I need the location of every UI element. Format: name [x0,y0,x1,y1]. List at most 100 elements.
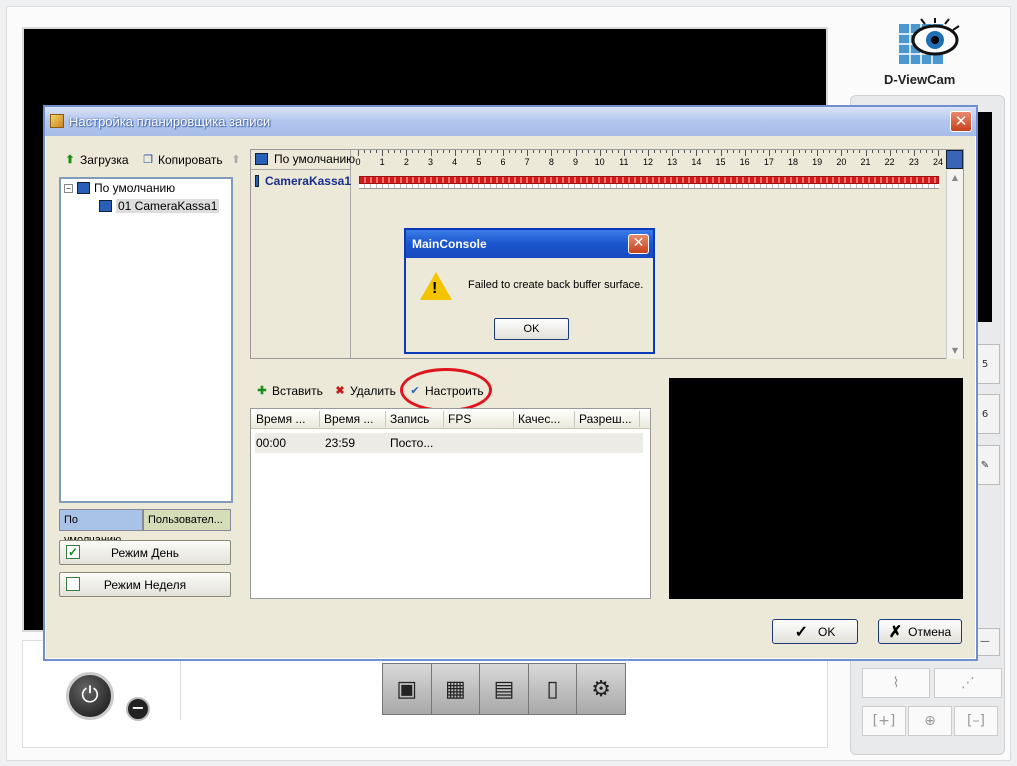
hour-tick [859,150,861,153]
paste-button[interactable]: ⬆ [229,153,243,167]
scroll-up-icon[interactable]: ▲ [947,170,963,186]
hour-ruler: 0 1 2 3 4 5 6 7 8 9 10 11 12 13 14 15 16 17 18 19 20 21 22 23 24 [352,150,947,170]
bottom-toolbar: ▣ ▦ ▤ ▯ ⚙ [382,663,626,715]
collapse-icon[interactable]: − [64,183,73,193]
cell-record-mode: Посто... [390,436,434,450]
hour-tick [569,150,571,153]
ptz-zoom-out-button[interactable]: [–] [954,706,998,736]
tree-item-label: По умолчанию [94,181,176,195]
hour-tick [496,150,498,153]
ptz-center-button[interactable]: ⊕ [908,706,952,736]
hour-tick-label: 18 [787,157,799,167]
message-ok-button[interactable]: OK [494,318,569,340]
tab-default[interactable]: По умолчанию [59,509,143,546]
hour-tick [575,150,577,156]
hour-tick [581,150,583,153]
tree-item-default[interactable]: − По умолчанию [64,181,175,195]
timeline-default-row[interactable]: По умолчанию [255,152,355,166]
mode-day-button[interactable]: ✓ Режим День [59,540,231,565]
hour-tick [509,150,511,153]
timeline-scrollbar[interactable]: ▲ ▼ [946,170,963,359]
hour-tick [708,150,710,153]
column-header[interactable]: Время ... [324,412,373,426]
hour-tick [660,150,662,153]
hour-tick [829,150,831,153]
hour-tick [841,150,843,156]
hour-tick [871,150,873,153]
hour-tick [817,150,819,156]
message-box-close-button[interactable]: ✕ [628,234,649,254]
grid-icon[interactable] [946,150,963,169]
schedule-table[interactable]: Время ... Время ... Запись FPS Качес... … [250,408,651,599]
load-label: Загрузка [80,153,129,167]
error-message-box: MainConsole ✕ ! Failed to create back bu… [404,228,655,354]
report-button[interactable]: ▯ [528,664,578,714]
hour-tick [358,150,359,156]
hour-tick [436,150,438,153]
hour-tick [557,150,559,153]
hour-tick [726,150,728,153]
logo-text: D-ViewCam [884,72,956,87]
scroll-down-icon[interactable]: ▼ [947,343,963,359]
column-header[interactable]: Качес... [518,412,560,426]
dialog-close-button[interactable]: ✕ [950,111,972,132]
insert-button[interactable]: ✚ Вставить [255,384,322,398]
tree-item-camera[interactable]: 01 CameraKassa1 [99,199,220,213]
table-row[interactable]: 00:00 23:59 Посто... [255,433,643,453]
group-icon [77,182,90,194]
hour-tick-label: 24 [932,157,944,167]
column-header[interactable]: Время ... [256,412,305,426]
cancel-button[interactable]: ✗ Отмена [878,619,962,644]
copy-icon: ❐ [143,154,153,166]
hour-tick [648,150,649,156]
column-header[interactable]: Запись [390,412,429,426]
copy-button[interactable]: ❐ Копировать [141,153,223,167]
hour-tick-label: 4 [452,157,458,167]
hour-tick-label: 13 [667,157,678,167]
hour-tick-label: 21 [860,157,871,167]
hour-tick [823,150,825,153]
mode-week-button[interactable]: Режим Неделя [59,572,231,597]
hour-tick-label: 15 [715,157,726,167]
hour-tick [895,150,897,153]
hour-tick [641,150,643,153]
column-header[interactable]: Разреш... [579,412,632,426]
power-button[interactable]: ⏻ [66,672,114,720]
message-text: Failed to create back buffer surface. [468,279,644,291]
ptz-button-1[interactable]: ⌇ [862,668,930,698]
hour-tick [714,150,716,153]
timeline-camera-label: CameraKassa1 [264,174,351,188]
playback-button[interactable]: ▣ [383,664,432,714]
hour-tick [865,150,867,156]
schedule-button[interactable]: ▤ [480,664,529,714]
column-header[interactable]: FPS [448,412,471,426]
hour-tick [877,150,879,153]
hour-tick [563,150,565,153]
dialog-titlebar[interactable]: Настройка планировщика записи ✕ [45,107,976,136]
ptz-button-2[interactable]: ⋰ [934,668,1002,698]
clapper-icon: ▦ [444,676,466,702]
hour-tick [388,150,390,153]
settings-button[interactable]: ⚙ [577,664,625,714]
hour-tick-label: 10 [594,157,605,167]
hour-tick [919,150,921,153]
delete-button[interactable]: ✖ Удалить [333,384,395,398]
record-button[interactable]: ▦ [431,664,481,714]
ptz-zoom-in-button[interactable]: [+] [862,706,906,736]
tab-custom[interactable]: Пользовател... [143,509,231,531]
camera-tree[interactable]: − По умолчанию 01 CameraKassa1 [59,177,233,503]
cross-icon: ✗ [888,623,903,641]
ptz-nodes-icon: ⋰ [961,675,975,691]
minimize-button[interactable]: − [126,697,150,721]
hour-tick [744,150,746,156]
timeline-camera-row[interactable]: CameraKassa1 [255,174,351,188]
hour-tick [901,150,903,153]
zoom-out-icon: [–] [967,713,985,729]
message-box-titlebar[interactable]: MainConsole ✕ [406,230,653,258]
hour-tick [587,150,589,153]
load-button[interactable]: ⬆ Загрузка [63,153,129,167]
zoom-in-icon: [+] [872,713,896,729]
hour-tick-label: 2 [403,157,409,167]
recording-schedule-bar[interactable] [359,176,939,184]
ok-button[interactable]: ✓ OK [772,619,858,644]
